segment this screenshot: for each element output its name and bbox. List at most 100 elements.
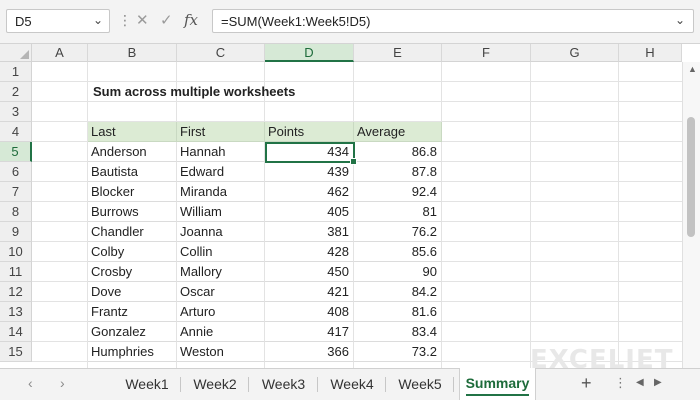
table-cell[interactable]: Crosby <box>88 262 177 282</box>
cell-grid[interactable]: Sum across multiple worksheets Last Firs… <box>32 62 682 368</box>
enter-icon[interactable]: ✓ <box>160 11 173 29</box>
table-cell[interactable]: 86.8 <box>354 142 442 162</box>
table-cell[interactable]: Bautista <box>88 162 177 182</box>
table-cell[interactable]: 462 <box>265 182 354 202</box>
table-cell[interactable]: Collin <box>177 242 265 262</box>
insert-function-icon[interactable]: fx <box>184 11 198 29</box>
active-tab-underline <box>466 394 529 396</box>
tab-week3[interactable]: Week3 <box>249 369 318 400</box>
name-box-value: D5 <box>15 14 32 29</box>
table-cell[interactable]: Gonzalez <box>88 322 177 342</box>
row-header-1[interactable]: 1 <box>0 62 32 82</box>
formula-input[interactable]: =SUM(Week1:Week5!D5) ⌄ <box>212 9 694 33</box>
table-cell[interactable]: Miranda <box>177 182 265 202</box>
tab-week2[interactable]: Week2 <box>181 369 249 400</box>
table-cell[interactable]: 417 <box>265 322 354 342</box>
table-cell[interactable]: 405 <box>265 202 354 222</box>
add-sheet-icon[interactable]: + <box>581 373 592 394</box>
row-header-8[interactable]: 8 <box>0 202 32 222</box>
table-cell[interactable]: Annie <box>177 322 265 342</box>
table-cell[interactable]: Frantz <box>88 302 177 322</box>
row-header-7[interactable]: 7 <box>0 182 32 202</box>
table-cell[interactable]: 73.2 <box>354 342 442 362</box>
column-header-a[interactable]: A <box>32 44 88 62</box>
more-options-icon[interactable]: ⋮ <box>118 12 132 29</box>
vertical-scrollbar[interactable]: ▲ <box>682 62 700 368</box>
table-cell[interactable]: Weston <box>177 342 265 362</box>
cancel-icon[interactable]: ✕ <box>136 11 149 29</box>
expand-formula-icon[interactable]: ⌄ <box>675 13 685 27</box>
scroll-right-icon[interactable]: ▶ <box>654 377 662 388</box>
table-cell[interactable]: William <box>177 202 265 222</box>
row-header-10[interactable]: 10 <box>0 242 32 262</box>
table-cell[interactable]: 76.2 <box>354 222 442 242</box>
table-cell[interactable]: 450 <box>265 262 354 282</box>
sheet-tab-bar: ‹ › Week1 Week2 Week3 Week4 Week5 Summar… <box>0 368 700 400</box>
column-header-f[interactable]: F <box>442 44 531 62</box>
table-cell[interactable]: 87.8 <box>354 162 442 182</box>
table-cell[interactable]: Burrows <box>88 202 177 222</box>
table-cell[interactable]: Colby <box>88 242 177 262</box>
chevron-left-icon[interactable]: ‹ <box>28 375 33 391</box>
table-header-last[interactable]: Last <box>88 122 177 142</box>
table-cell[interactable]: 428 <box>265 242 354 262</box>
column-header-d[interactable]: D <box>265 44 354 62</box>
row-header-15[interactable]: 15 <box>0 342 32 362</box>
row-header-2[interactable]: 2 <box>0 82 32 102</box>
table-cell[interactable]: Mallory <box>177 262 265 282</box>
row-header-4[interactable]: 4 <box>0 122 32 142</box>
select-all-corner[interactable] <box>0 44 32 62</box>
table-cell[interactable]: Humphries <box>88 342 177 362</box>
table-cell[interactable]: 85.6 <box>354 242 442 262</box>
row-header-9[interactable]: 9 <box>0 222 32 242</box>
table-cell[interactable]: 408 <box>265 302 354 322</box>
table-cell[interactable]: 81.6 <box>354 302 442 322</box>
table-header-first[interactable]: First <box>177 122 265 142</box>
table-cell[interactable]: 381 <box>265 222 354 242</box>
table-cell[interactable]: 439 <box>265 162 354 182</box>
tab-summary[interactable]: Summary <box>459 368 536 400</box>
tab-week4[interactable]: Week4 <box>318 369 386 400</box>
scrollbar-thumb[interactable] <box>687 117 695 237</box>
scroll-up-icon[interactable]: ▲ <box>688 64 697 74</box>
table-cell[interactable]: Oscar <box>177 282 265 302</box>
row-header-6[interactable]: 6 <box>0 162 32 182</box>
column-header-g[interactable]: G <box>531 44 619 62</box>
table-cell[interactable]: 92.4 <box>354 182 442 202</box>
more-options-icon[interactable]: ⋮ <box>614 375 627 391</box>
tab-week1[interactable]: Week1 <box>113 369 181 400</box>
column-header-h[interactable]: H <box>619 44 682 62</box>
table-cell[interactable]: Dove <box>88 282 177 302</box>
table-cell[interactable]: Joanna <box>177 222 265 242</box>
table-cell[interactable]: 81 <box>354 202 442 222</box>
table-cell[interactable]: Anderson <box>88 142 177 162</box>
column-header-b[interactable]: B <box>88 44 177 62</box>
table-header-average[interactable]: Average <box>354 122 442 142</box>
row-header-13[interactable]: 13 <box>0 302 32 322</box>
row-header-3[interactable]: 3 <box>0 102 32 122</box>
table-cell[interactable]: 84.2 <box>354 282 442 302</box>
table-cell[interactable]: Blocker <box>88 182 177 202</box>
table-cell[interactable]: 421 <box>265 282 354 302</box>
row-header-12[interactable]: 12 <box>0 282 32 302</box>
name-box[interactable]: D5 ⌄ <box>6 9 110 33</box>
table-cell[interactable]: Hannah <box>177 142 265 162</box>
table-cell[interactable]: 83.4 <box>354 322 442 342</box>
table-cell[interactable]: Edward <box>177 162 265 182</box>
row-header-11[interactable]: 11 <box>0 262 32 282</box>
table-cell[interactable]: Arturo <box>177 302 265 322</box>
scroll-left-icon[interactable]: ◀ <box>636 377 644 388</box>
column-header-c[interactable]: C <box>177 44 265 62</box>
row-header-14[interactable]: 14 <box>0 322 32 342</box>
row-header-5[interactable]: 5 <box>0 142 32 162</box>
table-cell[interactable]: 434 <box>265 142 354 162</box>
tab-week5[interactable]: Week5 <box>386 369 454 400</box>
table-header-points[interactable]: Points <box>265 122 354 142</box>
column-header-e[interactable]: E <box>354 44 442 62</box>
chevron-right-icon[interactable]: › <box>60 375 65 391</box>
formula-bar: D5 ⌄ ⋮ ✕ ✓ fx =SUM(Week1:Week5!D5) ⌄ <box>0 0 700 44</box>
table-cell[interactable]: 90 <box>354 262 442 282</box>
chevron-down-icon[interactable]: ⌄ <box>93 13 103 27</box>
table-cell[interactable]: Chandler <box>88 222 177 242</box>
table-cell[interactable]: 366 <box>265 342 354 362</box>
